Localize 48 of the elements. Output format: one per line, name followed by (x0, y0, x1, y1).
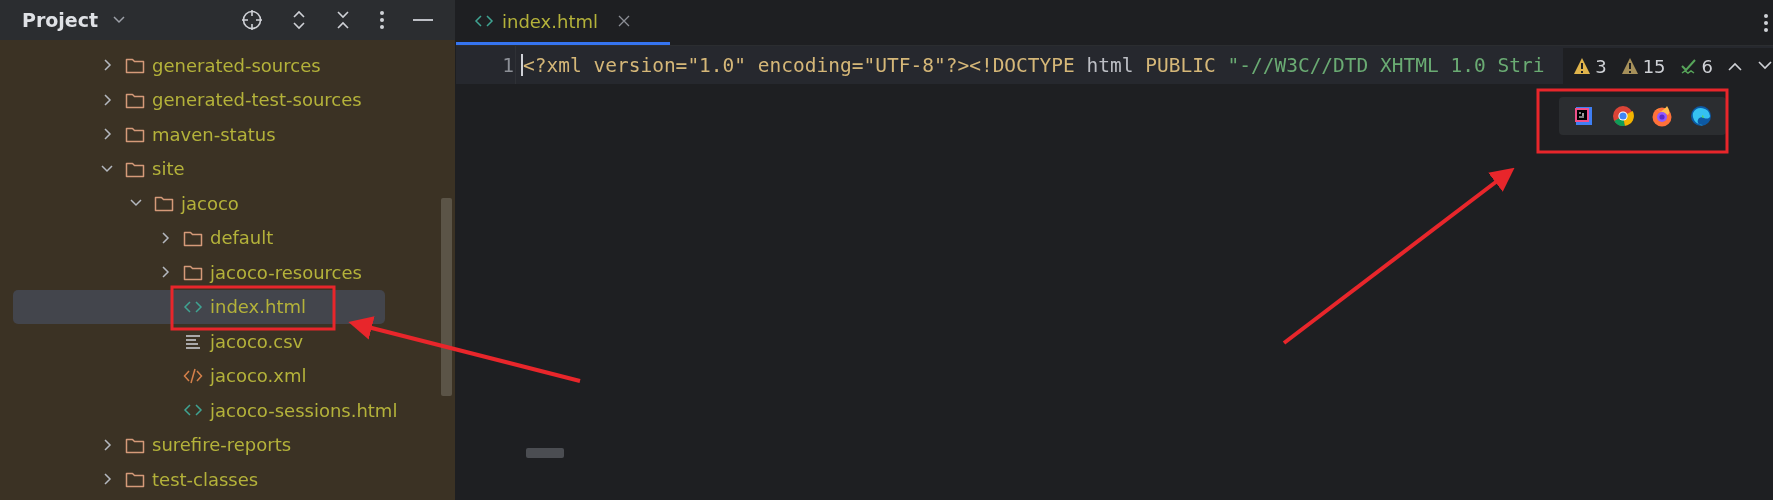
check-icon (1679, 57, 1698, 75)
chevron-right-icon[interactable] (101, 472, 113, 487)
tree-item[interactable]: jacoco (181, 192, 239, 214)
selected-row[interactable]: index.html (13, 289, 385, 324)
scrollbar-thumb[interactable] (526, 448, 564, 458)
warning-icon (1573, 57, 1592, 75)
inspection-counter[interactable]: 15 (1620, 55, 1666, 77)
chevron-up-icon[interactable] (1727, 60, 1743, 72)
line-number: 1 (501, 53, 514, 77)
panel-title[interactable]: Project (22, 9, 99, 31)
code-line: <?xml version="1.0" encoding="UTF-8"?><!DOCTYPE html PUBLIC "-//W3C//DTD XHTML 1.0 Stri (515, 46, 1545, 84)
minimize-icon[interactable] (413, 18, 433, 22)
inspection-counter[interactable]: 6 (1679, 55, 1713, 77)
chevron-down-icon[interactable] (1757, 60, 1773, 72)
chevron-down-icon[interactable] (112, 15, 127, 25)
more-icon[interactable] (1763, 12, 1769, 33)
edge-logo-icon[interactable] (1690, 105, 1712, 127)
tree-item[interactable]: index.html (210, 296, 306, 318)
tree-item[interactable]: jacoco-resources (210, 261, 362, 283)
tree-item[interactable]: default (210, 227, 274, 249)
tree-item[interactable]: maven-status (152, 123, 276, 145)
chrome-logo-icon[interactable] (1612, 105, 1634, 127)
tree-item[interactable]: generated-sources (152, 54, 321, 76)
warning-icon (1620, 57, 1639, 75)
code-file-icon (183, 403, 203, 418)
expand-all-icon[interactable] (291, 9, 307, 31)
firefox-logo-icon[interactable] (1651, 105, 1673, 127)
collapse-all-icon[interactable] (335, 9, 351, 31)
tree-item[interactable]: jacoco.csv (210, 330, 304, 352)
locate-icon[interactable] (241, 9, 263, 31)
tree-item[interactable]: jacoco-sessions.html (210, 399, 398, 421)
chevron-right-icon[interactable] (101, 58, 113, 73)
tree-item[interactable]: generated-test-sources (152, 89, 362, 111)
chevron-right-icon[interactable] (159, 230, 171, 245)
tree-item[interactable]: jacoco.xml (210, 365, 307, 387)
ide-logo-icon[interactable] (1573, 105, 1595, 127)
inspection-counter[interactable]: 3 (1573, 55, 1607, 77)
scrollbar-thumb[interactable] (441, 198, 452, 396)
chevron-right-icon[interactable] (101, 127, 113, 142)
tree-item[interactable]: site (152, 158, 185, 180)
chevron-right-icon[interactable] (101, 437, 113, 452)
tree-item[interactable]: test-classes (152, 468, 259, 490)
code-file-icon (183, 299, 203, 314)
tree-item[interactable]: surefire-reports (152, 434, 292, 456)
more-icon[interactable] (379, 10, 385, 30)
close-icon[interactable] (617, 15, 630, 27)
chevron-right-icon[interactable] (159, 265, 171, 280)
chevron-right-icon[interactable] (101, 92, 113, 107)
